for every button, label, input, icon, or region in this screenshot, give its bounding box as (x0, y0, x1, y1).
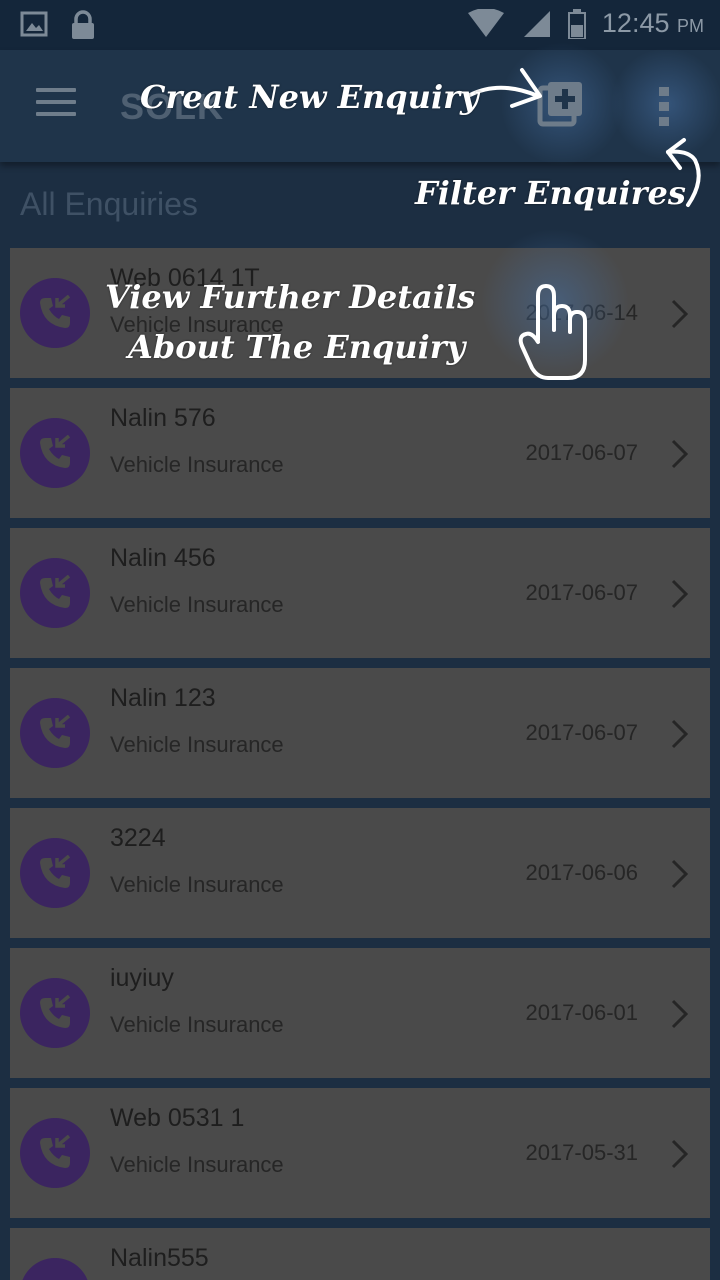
annotation-create-enquiry: Creat New Enquiry (140, 78, 479, 116)
annotation-filter-enquiries: Filter Enquires (415, 174, 686, 212)
annotation-details-line2: About The Enquiry (128, 328, 466, 366)
annotation-details-line1: View Further Details (105, 278, 476, 316)
pointing-hand-icon (518, 284, 587, 380)
arrow-to-add-icon (468, 85, 540, 98)
